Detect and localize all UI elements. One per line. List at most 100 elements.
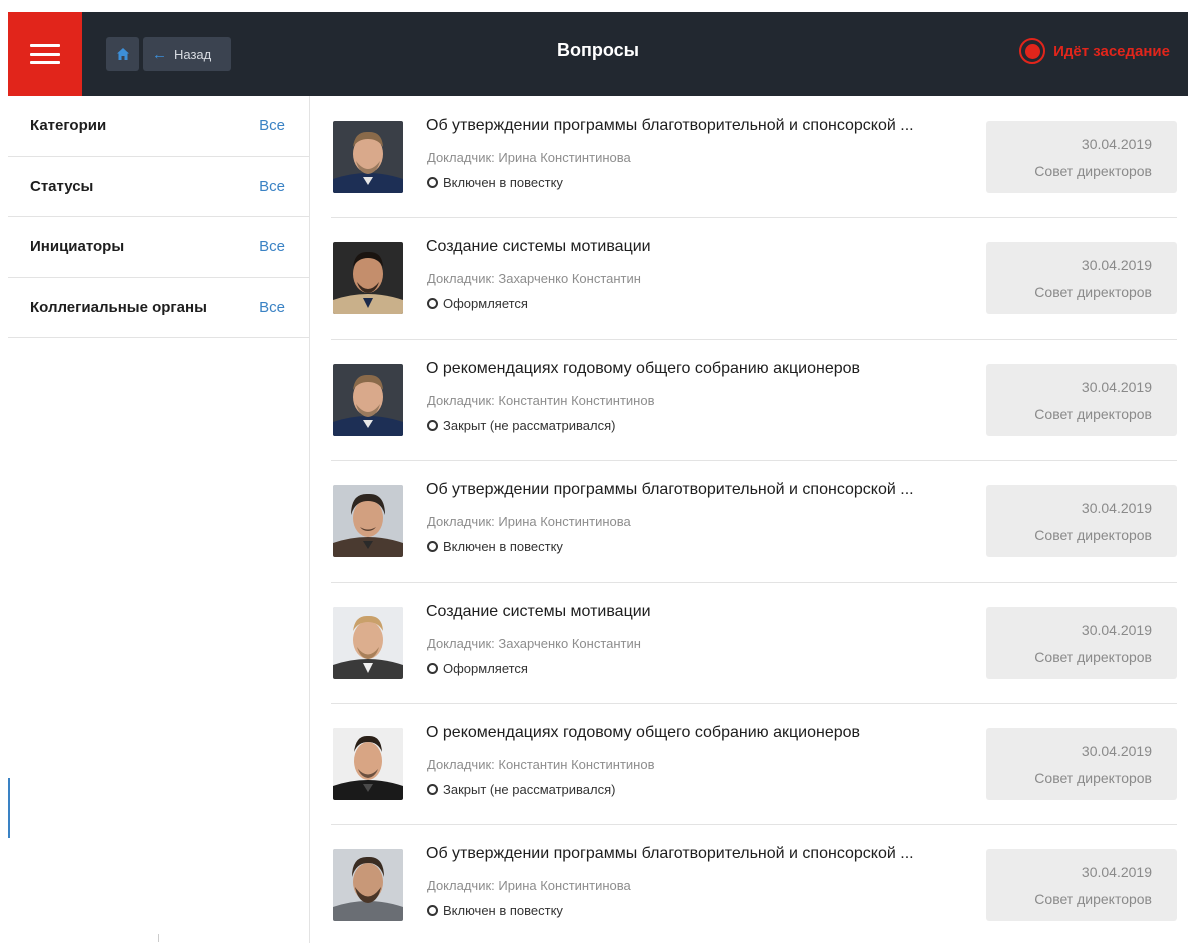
divider (158, 934, 159, 942)
status-label: Включен в повестку (443, 175, 563, 190)
circle-outline-icon (427, 177, 438, 188)
avatar (333, 606, 403, 679)
list-item[interactable]: Создание системы мотивации Докладчик: За… (331, 218, 1177, 340)
question-status: Включен в повестку (427, 175, 563, 190)
page-title: Вопросы (556, 40, 639, 60)
top-bar: ← Назад Вопросы Идёт заседание (8, 12, 1188, 96)
circle-outline-icon (427, 541, 438, 553)
avatar (333, 363, 403, 436)
question-date: 30.04.2019 (1081, 500, 1152, 517)
avatar (333, 727, 403, 800)
filters-sidebar: Категории Все Статусы Все Инициаторы Все… (8, 96, 310, 943)
status-label: Включен в повестку (443, 903, 563, 919)
filter-collegial-bodies[interactable]: Коллегиальные органы Все (8, 278, 309, 338)
circle-outline-icon (427, 298, 438, 310)
app-window: ← Назад Вопросы Идёт заседание Категории… (0, 0, 1188, 943)
filter-label: Коллегиальные органы (30, 298, 207, 316)
question-status: Закрыт (не рассматривался) (427, 418, 616, 433)
reporter-label: Докладчик: (427, 392, 495, 408)
meeting-status-label: Идёт заседание (1053, 42, 1170, 60)
circle-outline-icon (427, 419, 438, 431)
question-reporter: Докладчик: Константин Констинтинов (427, 757, 655, 772)
question-body: Совет директоров (1034, 284, 1152, 301)
list-item[interactable]: О рекомендациях годовому общего собранию… (331, 704, 1177, 826)
status-label: Закрыт (не рассматривался) (443, 781, 616, 797)
status-label: Включен в повестку (443, 539, 563, 555)
filter-value[interactable]: Все (259, 117, 285, 134)
question-title[interactable]: Создание системы мотивации (426, 238, 956, 256)
question-reporter: Докладчик: Константин Констинтинов (427, 393, 655, 408)
question-meta: 30.04.2019 Совет директоров (986, 727, 1177, 800)
reporter-name: Ирина Констинтинова (498, 878, 631, 894)
filter-label: Статусы (30, 177, 94, 195)
question-title[interactable]: Создание системы мотивации (426, 603, 956, 621)
circle-outline-icon (427, 662, 438, 674)
reporter-name: Захарченко Константин (498, 635, 641, 651)
question-body: Совет директоров (1034, 527, 1152, 544)
question-title[interactable]: О рекомендациях годовому общего собранию… (426, 724, 956, 742)
question-title[interactable]: Об утверждении программы благотворительн… (426, 845, 956, 863)
question-date: 30.04.2019 (1081, 742, 1152, 759)
filter-label: Инициаторы (30, 238, 125, 256)
circle-outline-icon (427, 783, 438, 795)
filter-label: Категории (30, 117, 107, 135)
question-body: Совет директоров (1034, 891, 1152, 908)
reporter-name: Захарченко Константин (498, 271, 641, 287)
question-meta: 30.04.2019 Совет директоров (986, 363, 1177, 436)
reporter-name: Константин Констинтинов (498, 756, 655, 772)
list-item[interactable]: Создание системы мотивации Докладчик: За… (331, 583, 1177, 704)
filter-initiators[interactable]: Инициаторы Все (8, 217, 309, 278)
reporter-label: Докладчик: (427, 150, 495, 165)
reporter-label: Докладчик: (427, 878, 495, 894)
list-item[interactable]: Об утверждении программы благотворительн… (331, 825, 1177, 943)
filter-value[interactable]: Все (259, 299, 285, 316)
question-reporter: Докладчик: Захарченко Константин (427, 636, 641, 651)
question-meta: 30.04.2019 Совет директоров (986, 121, 1177, 193)
cropped-top-edge (0, 0, 1188, 12)
question-status: Оформляется (427, 296, 528, 311)
question-date: 30.04.2019 (1081, 378, 1152, 395)
question-status: Закрыт (не рассматривался) (427, 782, 616, 797)
question-body: Совет директоров (1034, 405, 1152, 422)
question-title[interactable]: Об утверждении программы благотворительн… (426, 481, 956, 499)
filter-value[interactable]: Все (259, 238, 285, 255)
question-date: 30.04.2019 (1081, 136, 1152, 152)
question-date: 30.04.2019 (1081, 621, 1152, 638)
list-item[interactable]: Об утверждении программы благотворительн… (331, 461, 1177, 583)
question-meta: 30.04.2019 Совет директоров (986, 485, 1177, 558)
reporter-name: Ирина Констинтинова (498, 150, 631, 165)
avatar (333, 121, 403, 193)
question-reporter: Докладчик: Ирина Констинтинова (427, 878, 631, 893)
question-body: Совет директоров (1034, 648, 1152, 665)
filter-statuses[interactable]: Статусы Все (8, 157, 309, 217)
questions-list: Об утверждении программы благотворительн… (331, 97, 1177, 943)
reporter-label: Докладчик: (427, 514, 495, 530)
avatar (333, 485, 403, 558)
question-status: Включен в повестку (427, 539, 563, 554)
avatar (333, 849, 403, 922)
question-title[interactable]: О рекомендациях годовому общего собранию… (426, 360, 956, 378)
question-title[interactable]: Об утверждении программы благотворительн… (426, 117, 956, 135)
reporter-name: Ирина Констинтинова (498, 514, 631, 530)
reporter-label: Докладчик: (427, 756, 495, 772)
question-meta: 30.04.2019 Совет директоров (986, 242, 1177, 315)
question-reporter: Докладчик: Захарченко Константин (427, 271, 641, 286)
question-reporter: Докладчик: Ирина Констинтинова (427, 514, 631, 529)
reporter-name: Константин Констинтинов (498, 392, 655, 408)
status-label: Оформляется (443, 660, 528, 676)
question-body: Совет директоров (1034, 163, 1152, 179)
question-status: Оформляется (427, 661, 528, 676)
reporter-label: Докладчик: (427, 635, 495, 651)
question-date: 30.04.2019 (1081, 257, 1152, 274)
filter-categories[interactable]: Категории Все (8, 96, 309, 157)
list-item[interactable]: О рекомендациях годовому общего собранию… (331, 340, 1177, 462)
list-item[interactable]: Об утверждении программы благотворительн… (331, 97, 1177, 219)
status-label: Оформляется (443, 296, 528, 312)
question-reporter: Докладчик: Ирина Констинтинова (427, 150, 631, 165)
filter-value[interactable]: Все (259, 178, 285, 195)
question-meta: 30.04.2019 Совет директоров (986, 606, 1177, 679)
question-body: Совет директоров (1034, 769, 1152, 786)
meeting-status[interactable]: Идёт заседание (1019, 38, 1170, 64)
scroll-indicator[interactable] (8, 778, 10, 838)
reporter-label: Докладчик: (427, 271, 495, 287)
